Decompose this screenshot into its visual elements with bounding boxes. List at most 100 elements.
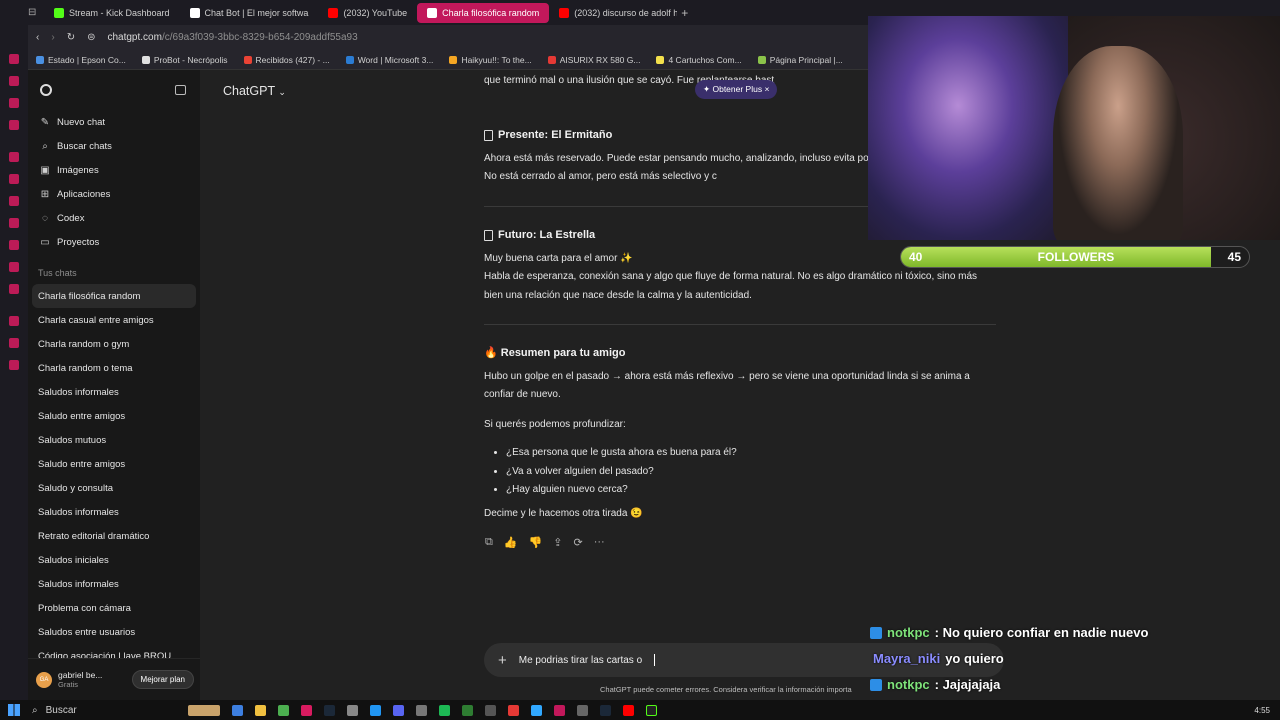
rail-icon[interactable] — [9, 174, 19, 184]
taskbar-search[interactable]: ⌕ Buscar — [32, 705, 182, 716]
new-tab-icon[interactable]: + — [681, 6, 688, 20]
steam-icon[interactable] — [324, 704, 335, 716]
chatgpt-logo-icon[interactable] — [40, 84, 52, 96]
app-icon[interactable] — [462, 704, 473, 716]
thumbs-down-icon[interactable]: 👎 — [529, 536, 543, 549]
user-profile[interactable]: GA gabriel be... Gratis Mejorar plan — [28, 658, 200, 700]
bookmark[interactable]: ProBot - Necrópolis — [141, 55, 228, 65]
model-selector[interactable]: ChatGPT ⌄ — [223, 84, 286, 98]
get-plus-button[interactable]: ✦ Obtener Plus × — [695, 80, 778, 99]
youtube-icon[interactable] — [623, 704, 634, 716]
bookmark[interactable]: 4 Cartuchos Com... — [656, 55, 742, 65]
bookmark-icon — [547, 55, 556, 64]
app-icon[interactable] — [485, 704, 496, 716]
thumbs-up-icon[interactable]: 👍 — [504, 536, 518, 549]
reload-icon[interactable]: ↻ — [67, 32, 75, 43]
chat-item[interactable]: Charla random o gym — [28, 332, 200, 356]
rail-icon[interactable] — [9, 360, 19, 370]
app-icon[interactable] — [347, 704, 358, 716]
photoshop-icon[interactable] — [531, 704, 542, 716]
chat-item[interactable]: Problema con cámara — [28, 596, 200, 620]
rail-icon[interactable] — [9, 262, 19, 272]
rail-icon[interactable] — [9, 240, 19, 250]
copy-icon[interactable]: ⧉ — [485, 536, 493, 549]
url-field[interactable]: chatgpt.com/c/69a3f039-3bbc-8329-b654-20… — [107, 32, 357, 43]
model-label: ChatGPT — [223, 84, 275, 98]
chat-item[interactable]: Saludos informales — [28, 380, 200, 404]
app-icon[interactable] — [577, 704, 588, 716]
more-icon[interactable]: ··· — [594, 536, 605, 549]
chat-item[interactable]: Saludo y consulta — [28, 476, 200, 500]
widget-icon[interactable] — [188, 704, 220, 716]
chat-badge-icon — [870, 626, 882, 639]
rail-icon[interactable] — [9, 54, 19, 64]
attach-plus-icon[interactable]: + — [498, 652, 507, 669]
sidebar-item-new-chat[interactable]: ✎ Nuevo chat — [28, 110, 200, 134]
bookmark[interactable]: Haikyuu!!: To the... — [449, 55, 532, 65]
chat-item[interactable]: Saludo entre amigos — [28, 452, 200, 476]
regenerate-icon[interactable]: ⟳ — [573, 536, 582, 549]
rail-icon[interactable] — [9, 218, 19, 228]
rail-icon[interactable] — [9, 120, 19, 130]
tab-1[interactable]: Chat Bot | El mejor softwa — [180, 3, 319, 23]
sidebar-item-projects[interactable]: ▭ Proyectos — [28, 230, 200, 254]
chat-item[interactable]: Saludos iniciales — [28, 548, 200, 572]
rail-icon[interactable] — [9, 338, 19, 348]
rail-icon[interactable] — [9, 98, 19, 108]
terminal-icon[interactable] — [646, 704, 657, 716]
rail-icon[interactable] — [9, 152, 19, 162]
present-title: Presente: El Ermitaño — [498, 129, 613, 141]
sidebar-item-codex[interactable]: ◌ Codex — [28, 206, 200, 230]
tab-2[interactable]: (2032) YouTube — [318, 3, 417, 23]
file-explorer-icon[interactable] — [255, 704, 266, 716]
bookmark-icon — [345, 55, 354, 64]
bookmark-icon — [36, 55, 44, 64]
steam-icon[interactable] — [600, 704, 611, 716]
discord-icon[interactable] — [393, 704, 404, 716]
app-icon[interactable] — [416, 704, 427, 716]
chat-item[interactable]: Retrato editorial dramático — [28, 524, 200, 548]
chat-item[interactable]: Saludo entre amigos — [28, 404, 200, 428]
site-info-icon[interactable]: ⊜ — [87, 32, 95, 43]
app-icon[interactable] — [439, 704, 450, 716]
rail-icon[interactable] — [9, 316, 19, 326]
tab-4[interactable]: (2032) discurso de adolf h — [549, 3, 677, 23]
edge-icon[interactable] — [370, 704, 381, 716]
rail-icon[interactable] — [9, 196, 19, 206]
chat-text: : Jajajajaja — [934, 677, 1001, 692]
sidebar-item-images[interactable]: ▣ Imágenes — [28, 158, 200, 182]
chat-item-active[interactable]: Charla filosófica random — [32, 284, 196, 308]
chat-item[interactable]: Saludos informales — [28, 572, 200, 596]
app-icon[interactable] — [508, 704, 519, 716]
bookmark-label: Word | Microsoft 3... — [357, 54, 434, 65]
tab-0[interactable]: Stream - Kick Dashboard — [44, 3, 180, 23]
bookmark[interactable]: Word | Microsoft 3... — [345, 54, 434, 65]
text-cursor — [654, 654, 656, 666]
tab-menu-icon[interactable]: ⊟ — [28, 7, 44, 18]
back-icon[interactable]: ‹ — [36, 32, 39, 43]
chat-item[interactable]: Charla casual entre amigos — [28, 308, 200, 332]
windows-start-icon[interactable] — [8, 704, 20, 716]
chat-item[interactable]: Saludos mutuos — [28, 428, 200, 452]
upgrade-plan-button[interactable]: Mejorar plan — [131, 670, 194, 689]
tab-3-active[interactable]: Charla filosófica random — [417, 2, 550, 23]
bookmark-icon — [141, 55, 150, 64]
bookmark[interactable]: Recibidos (427) - ... — [243, 55, 330, 65]
chrome-icon[interactable] — [278, 704, 289, 716]
sidebar-toggle-icon[interactable] — [175, 85, 186, 95]
chat-item[interactable]: Charla random o tema — [28, 356, 200, 380]
share-icon[interactable]: ⇪ — [553, 536, 562, 549]
chat-item[interactable]: Saludos entre usuarios — [28, 620, 200, 644]
sidebar-item-search-chats[interactable]: ⌕ Buscar chats — [28, 134, 200, 158]
rail-icon[interactable] — [9, 76, 19, 86]
bookmark[interactable]: Página Principal |... — [757, 55, 843, 65]
copilot-icon[interactable] — [232, 704, 243, 716]
opera-icon[interactable] — [301, 704, 312, 716]
bookmark[interactable]: AISURIX RX 580 G... — [547, 55, 640, 65]
app-icon[interactable] — [554, 704, 565, 716]
forward-icon[interactable]: › — [51, 32, 54, 43]
chat-item[interactable]: Saludos informales — [28, 500, 200, 524]
sidebar-item-apps[interactable]: ⊞ Aplicaciones — [28, 182, 200, 206]
rail-icon[interactable] — [9, 284, 19, 294]
bookmark[interactable]: Estado | Epson Co... — [36, 55, 126, 65]
